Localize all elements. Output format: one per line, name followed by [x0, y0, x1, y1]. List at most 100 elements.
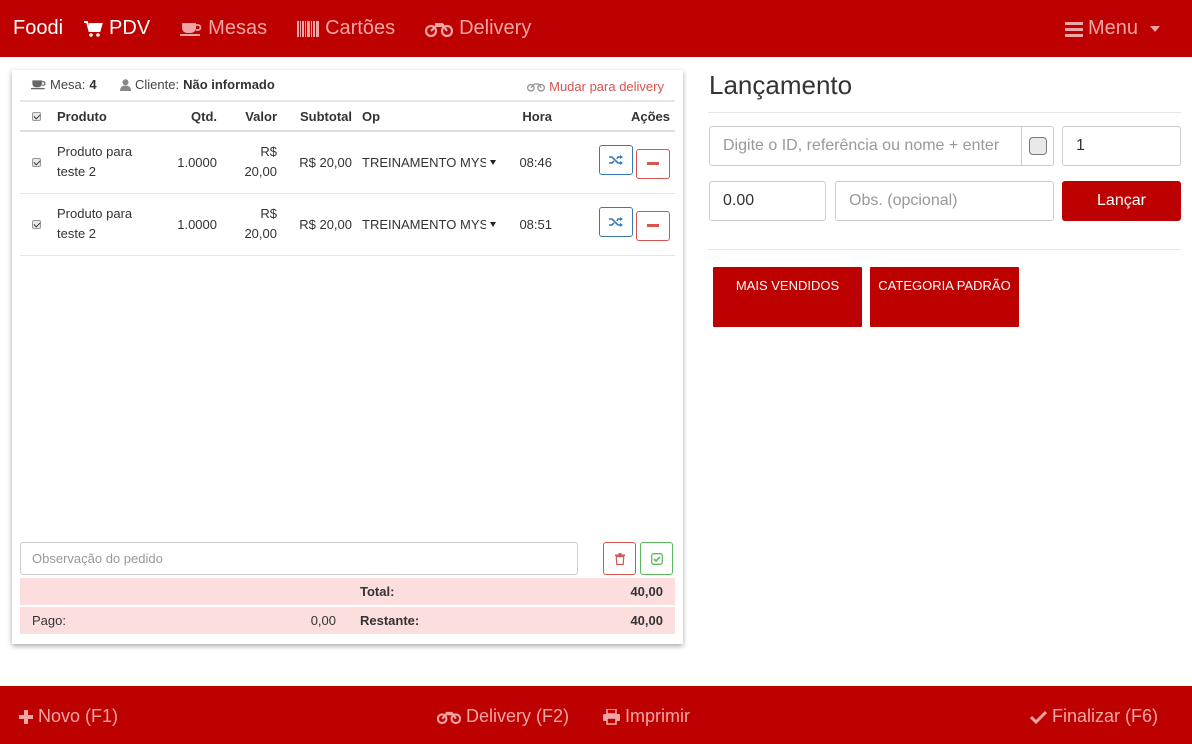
- cup-icon: [31, 80, 46, 90]
- col-qtd: Qtd.: [162, 100, 222, 132]
- cliente-value: Não informado: [183, 77, 275, 92]
- imprimir-button[interactable]: Imprimir: [603, 706, 690, 727]
- caret-down-icon: [490, 221, 496, 227]
- caret-down-icon: [490, 159, 496, 165]
- clear-order-button[interactable]: [603, 542, 636, 575]
- cell-acoes: [557, 193, 675, 256]
- minus-icon: [647, 162, 659, 166]
- nav-item-mesas[interactable]: Mesas: [180, 17, 267, 40]
- order-totals: Total: 40,00 Pago: 0,00 Restante: 40,00: [20, 578, 675, 636]
- nav-item-delivery[interactable]: Delivery: [425, 17, 531, 40]
- motorcycle-icon: [437, 711, 461, 724]
- quantity-input[interactable]: 1: [1062, 126, 1181, 166]
- total-label: Total:: [360, 584, 395, 599]
- transfer-item-button[interactable]: [599, 207, 633, 237]
- col-op: Op: [357, 100, 509, 132]
- select-all-checkbox[interactable]: [31, 111, 41, 121]
- chevron-down-icon: [1150, 25, 1160, 32]
- pago-label: Pago:: [32, 613, 66, 628]
- confirm-order-button[interactable]: [640, 542, 673, 575]
- nav-item-pdv[interactable]: PDV: [83, 17, 150, 40]
- order-items-table: Produto Qtd. Valor Subtotal Op Hora Açõe…: [20, 100, 675, 256]
- cell-op: TREINAMENTO MYSQL: [357, 193, 509, 256]
- category-button-categoria-padrao[interactable]: CATEGORIA PADRÃO: [870, 267, 1019, 327]
- pago-value: 0,00: [310, 613, 336, 628]
- cart-icon: [84, 20, 103, 37]
- nav-item-label: Cartões: [325, 17, 396, 39]
- cliente-info: Cliente: Não informado: [120, 77, 275, 92]
- cup-icon: [180, 22, 202, 36]
- mudar-delivery-label: Mudar para delivery: [549, 79, 664, 94]
- op-select[interactable]: TREINAMENTO MYSQL: [362, 155, 502, 170]
- brand-logo[interactable]: Foodi: [0, 17, 83, 40]
- item-obs-placeholder: Obs. (opcional): [849, 192, 958, 209]
- total-row: Total: 40,00: [20, 578, 675, 607]
- transfer-item-button[interactable]: [599, 145, 633, 176]
- item-obs-input[interactable]: Obs. (opcional): [835, 181, 1054, 221]
- op-select-value: TREINAMENTO MYSQL: [362, 216, 486, 232]
- table-row: Produto para teste 2 1.0000 R$ 20,00 R$ …: [20, 193, 675, 256]
- category-button-mais-vendidos[interactable]: MAIS VENDIDOS: [713, 267, 862, 327]
- finalizar-button[interactable]: Finalizar (F6): [1030, 706, 1158, 727]
- op-select[interactable]: TREINAMENTO MYSQL: [362, 217, 502, 232]
- search-toggle-checkbox[interactable]: [1028, 137, 1047, 155]
- nav-item-cartoes[interactable]: Cartões: [297, 17, 395, 40]
- mesa-value: 4: [89, 77, 97, 92]
- nav-item-label: Delivery: [459, 17, 532, 39]
- check-square-icon: [650, 552, 663, 565]
- imprimir-label: Imprimir: [625, 706, 690, 726]
- col-acoes: Ações: [557, 100, 675, 132]
- cell-produto: Produto para teste 2: [52, 193, 162, 256]
- total-value: 40,00: [630, 584, 663, 599]
- order-obs-input[interactable]: Observação do pedido: [20, 542, 578, 575]
- user-icon: [120, 78, 131, 91]
- order-header: Mesa: 4 Cliente: Não informado Mudar par…: [12, 70, 683, 100]
- row-checkbox-cell[interactable]: [20, 193, 52, 256]
- mudar-delivery-link[interactable]: Mudar para delivery: [527, 79, 664, 94]
- row-checkbox[interactable]: [31, 157, 41, 167]
- delivery-label: Delivery (F2): [466, 706, 570, 726]
- cell-valor: R$ 20,00: [222, 131, 282, 194]
- top-navbar: Foodi PDV Mesas Cartões Delivery Menu: [0, 0, 1192, 57]
- cell-hora: 08:46: [509, 131, 557, 194]
- lancar-button[interactable]: Lançar: [1062, 181, 1181, 221]
- hamburger-icon: [1064, 21, 1083, 37]
- table-header-row: Produto Qtd. Valor Subtotal Op Hora Açõe…: [20, 100, 675, 132]
- cell-hora: 08:51: [509, 193, 557, 256]
- delivery-button[interactable]: Delivery (F2): [437, 706, 569, 727]
- select-all-checkbox-cell[interactable]: [20, 100, 52, 132]
- footer-toolbar: Novo (F1) Delivery (F2) Imprimir Finaliz…: [0, 686, 1192, 744]
- plus-icon: [19, 709, 33, 724]
- row-checkbox-cell[interactable]: [20, 131, 52, 194]
- product-search-placeholder: Digite o ID, referência ou nome + enter: [723, 137, 1000, 154]
- search-toggle-addon: [1022, 126, 1054, 166]
- novo-button[interactable]: Novo (F1): [19, 706, 118, 727]
- cell-qtd: 1.0000: [162, 131, 222, 194]
- novo-label: Novo (F1): [38, 706, 119, 726]
- table-row: Produto para teste 2 1.0000 R$ 20,00 R$ …: [20, 131, 675, 194]
- shuffle-icon: [609, 155, 623, 166]
- cell-acoes: [557, 131, 675, 194]
- remove-item-button[interactable]: [636, 211, 670, 241]
- cell-qtd: 1.0000: [162, 193, 222, 256]
- finalizar-label: Finalizar (F6): [1052, 706, 1159, 726]
- mesa-label: Mesa:: [50, 77, 86, 92]
- minus-icon: [647, 224, 659, 227]
- lancamento-title: Lançamento: [709, 70, 853, 100]
- nav-menu-dropdown[interactable]: Menu: [1064, 17, 1160, 40]
- divider: [708, 249, 1181, 250]
- shuffle-icon: [609, 217, 623, 227]
- cell-subtotal: R$ 20,00: [282, 193, 357, 256]
- remove-item-button[interactable]: [636, 149, 670, 180]
- col-valor: Valor: [222, 100, 282, 132]
- menu-label: Menu: [1087, 17, 1138, 39]
- row-checkbox[interactable]: [31, 219, 41, 229]
- mesa-info: Mesa: 4: [31, 77, 97, 92]
- price-value: 0.00: [723, 192, 755, 209]
- order-obs-placeholder: Observação do pedido: [32, 551, 163, 566]
- printer-icon: [603, 708, 620, 725]
- op-select-value: TREINAMENTO MYSQL: [362, 154, 486, 170]
- price-input[interactable]: 0.00: [709, 181, 826, 221]
- product-search-input[interactable]: Digite o ID, referência ou nome + enter: [709, 126, 1022, 166]
- barcode-icon: [297, 20, 320, 37]
